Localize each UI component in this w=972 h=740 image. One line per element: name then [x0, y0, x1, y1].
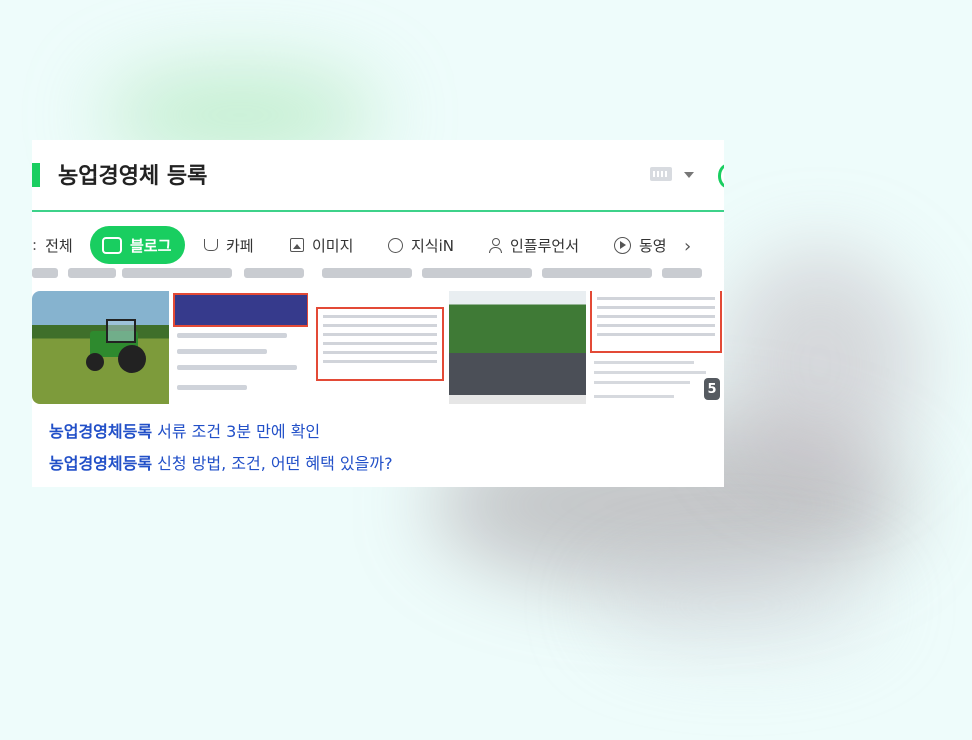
- tab-image[interactable]: 이미지: [290, 226, 353, 264]
- highlighted-banner: [173, 293, 308, 327]
- result-keyword: 농업경영체등록: [49, 422, 153, 441]
- tab-knowledge-in[interactable]: 지식iN: [388, 226, 454, 264]
- chevron-down-icon[interactable]: [684, 172, 694, 178]
- gallery-image-tractor[interactable]: [32, 291, 169, 404]
- image-gallery: 5: [32, 291, 724, 404]
- section-header: 농업경영체 등록: [32, 140, 724, 212]
- tab-blog[interactable]: 블로그: [90, 226, 186, 264]
- highlighted-text-box: [590, 291, 722, 353]
- highlighted-text-box: [316, 307, 444, 381]
- person-icon: [488, 238, 502, 253]
- result-text: 신청 방법, 조건, 어떤 혜택 있을까?: [152, 454, 393, 473]
- gallery-image-notice[interactable]: 5: [588, 291, 724, 404]
- tab-label: 카페: [226, 236, 254, 255]
- chevron-right-icon[interactable]: ›: [684, 236, 691, 257]
- tab-cafe[interactable]: 카페: [204, 226, 254, 264]
- keyboard-icon[interactable]: [650, 167, 672, 181]
- section-title: 농업경영체 등록: [58, 164, 208, 189]
- tab-video[interactable]: 동영: [614, 226, 667, 264]
- tab-label: 전체: [45, 236, 73, 255]
- tractor-illustration: [80, 319, 150, 373]
- blog-icon: [102, 236, 122, 254]
- tab-all[interactable]: : 전체: [32, 226, 73, 264]
- image-count-badge[interactable]: 5: [704, 378, 720, 400]
- result-keyword: 농업경영체등록: [49, 454, 153, 473]
- gallery-image-screenshot[interactable]: [171, 291, 308, 404]
- play-icon: [614, 236, 631, 254]
- clipped-text-line: [32, 264, 724, 280]
- partial-icon: :: [32, 236, 38, 254]
- cafe-cup-icon: [204, 239, 218, 251]
- image-icon: [290, 238, 304, 252]
- tab-label: 동영: [639, 236, 667, 255]
- knowledge-q-icon: [388, 237, 403, 253]
- background-blur: [600, 560, 880, 650]
- background-blur: [720, 250, 920, 480]
- result-text: 서류 조건 3분 만에 확인: [152, 422, 321, 441]
- search-icon[interactable]: [718, 164, 724, 188]
- tab-label: 이미지: [312, 236, 354, 255]
- tab-label: 인플루언서: [510, 236, 580, 255]
- gallery-image-document[interactable]: [310, 291, 447, 404]
- gallery-image-field[interactable]: [449, 291, 586, 404]
- tab-bar: : 전체 블로그 카페 이미지 지식iN 인플루언서 동영: [32, 226, 724, 266]
- tab-label: 지식iN: [411, 236, 454, 255]
- tab-influencer[interactable]: 인플루언서: [488, 226, 579, 264]
- result-list: 농업경영체등록 서류 조건 3분 만에 확인 농업경영체등록 신청 방법, 조건…: [49, 416, 393, 480]
- search-result-card: 농업경영체 등록 : 전체 블로그 카페 이미지 지식iN 인플루언서 동영 ›…: [32, 140, 724, 487]
- result-link[interactable]: 농업경영체등록 서류 조건 3분 만에 확인: [49, 416, 393, 448]
- accent-bar: [32, 163, 40, 187]
- result-link[interactable]: 농업경영체등록 신청 방법, 조건, 어떤 혜택 있을까?: [49, 448, 393, 480]
- tab-label: 블로그: [130, 236, 172, 255]
